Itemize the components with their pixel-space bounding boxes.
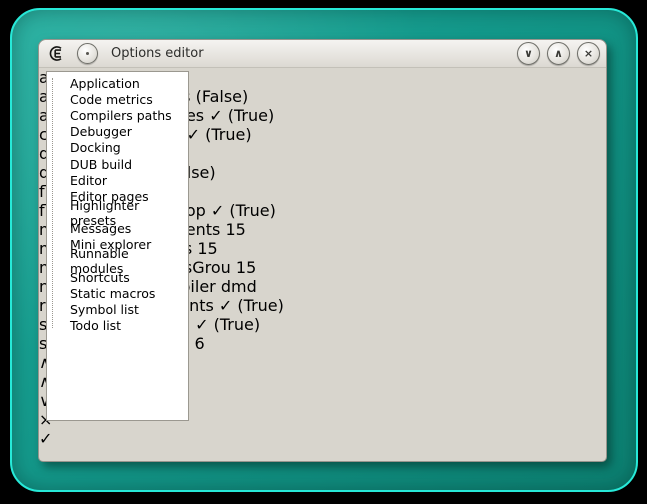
sidebar-item-label: Docking (66, 140, 125, 155)
sidebar-item-label: Symbol list (66, 302, 143, 317)
property-value-cell[interactable]: 15 (197, 239, 217, 258)
sidebar-item-label: Static macros (66, 286, 159, 301)
property-value: 15 (197, 239, 217, 258)
chevron-down-icon: ∨ (524, 48, 533, 59)
window-menu-button[interactable] (77, 43, 98, 64)
options-editor-window: Options editor ∨ ∧ × Application Code me… (38, 39, 607, 462)
category-tree: Application Code metrics Compilers paths… (47, 72, 188, 334)
property-value: (True) (229, 201, 275, 220)
coedit-logo-icon (48, 45, 65, 62)
sidebar-item-docking[interactable]: Docking (47, 140, 188, 156)
sidebar-item-todo-list[interactable]: Todo list (47, 318, 188, 334)
value-checkbox[interactable]: ✓ (211, 201, 230, 220)
check-icon: ✓ (211, 201, 224, 220)
property-value-cell[interactable]: ✓ (True) (187, 125, 252, 144)
property-value-cell[interactable]: 15 (236, 258, 256, 277)
window-close-button[interactable]: × (577, 42, 600, 65)
property-value: (True) (228, 106, 274, 125)
sidebar-item-highlighter-presets[interactable]: Highlighter presets (47, 205, 188, 221)
sidebar-item-label: Debugger (66, 124, 136, 139)
sidebar-item-label: Todo list (66, 318, 125, 333)
sidebar-item-symbol-list[interactable]: Symbol list (47, 302, 188, 318)
property-value-cell[interactable]: ✓ (True) (209, 106, 274, 125)
close-icon: × (584, 48, 593, 59)
check-icon: ✓ (195, 315, 208, 334)
value-checkbox[interactable]: ✓ (219, 296, 238, 315)
sidebar-item-dub-build[interactable]: DUB build (47, 156, 188, 172)
window-shade-button[interactable]: ∨ (517, 42, 540, 65)
property-value-cell[interactable]: ✓ (True) (211, 201, 276, 220)
sidebar-item-label: DUB build (66, 157, 136, 172)
sidebar-item-debugger[interactable]: Debugger (47, 124, 188, 140)
sidebar-item-shortcuts[interactable]: Shortcuts (47, 269, 188, 285)
sidebar-item-runnable-modules[interactable]: Runnable modules (47, 253, 188, 269)
property-value: dmd (221, 277, 257, 296)
ok-icon: ✓ (39, 429, 52, 448)
chevron-up-icon: ∧ (554, 48, 563, 59)
sidebar-item-messages[interactable]: Messages (47, 221, 188, 237)
sidebar-item-label: Shortcuts (66, 270, 134, 285)
screen: Options editor ∨ ∧ × Application Code me… (0, 0, 647, 504)
sidebar-item-static-macros[interactable]: Static macros (47, 285, 188, 301)
sidebar-item-label: Application (66, 76, 144, 91)
window-controls: ∨ ∧ × (517, 42, 600, 65)
property-value-cell[interactable]: ✓ (True) (195, 315, 260, 334)
property-value-cell[interactable]: ✓ (True) (219, 296, 284, 315)
window-maximize-button[interactable]: ∧ (547, 42, 570, 65)
property-value: (True) (205, 125, 251, 144)
check-icon: ✓ (209, 106, 222, 125)
sidebar-item-editor[interactable]: Editor (47, 172, 188, 188)
value-checkbox[interactable]: ✓ (195, 315, 214, 334)
property-value: 15 (236, 258, 256, 277)
value-checkbox[interactable]: ✓ (187, 125, 206, 144)
property-value: 15 (225, 220, 245, 239)
sidebar-item-compilers-paths[interactable]: Compilers paths (47, 107, 188, 123)
menu-dot-icon (86, 52, 89, 55)
value-checkbox[interactable]: ✓ (209, 106, 228, 125)
property-value: (True) (214, 315, 260, 334)
sidebar-item-label: Compilers paths (66, 108, 176, 123)
sidebar-item-code-metrics[interactable]: Code metrics (47, 91, 188, 107)
titlebar[interactable]: Options editor ∨ ∧ × (39, 40, 606, 68)
sidebar-item-label: Editor (66, 173, 111, 188)
property-value-cell[interactable]: 6 (194, 334, 204, 353)
property-value: (True) (237, 296, 283, 315)
category-tree-panel: Application Code metrics Compilers paths… (46, 71, 189, 421)
property-value-cell[interactable]: dmd (221, 277, 257, 296)
window-title: Options editor (111, 46, 517, 61)
property-value: (False) (196, 87, 249, 106)
accept-button[interactable]: ✓ (39, 429, 606, 448)
sidebar-item-label: Messages (66, 221, 135, 236)
sidebar-item-application[interactable]: Application (47, 75, 188, 91)
sidebar-item-label: Code metrics (66, 92, 157, 107)
property-value-cell[interactable]: (False) (196, 87, 249, 106)
property-value-cell[interactable]: 15 (225, 220, 245, 239)
check-icon: ✓ (219, 296, 232, 315)
property-value: 6 (194, 334, 204, 353)
